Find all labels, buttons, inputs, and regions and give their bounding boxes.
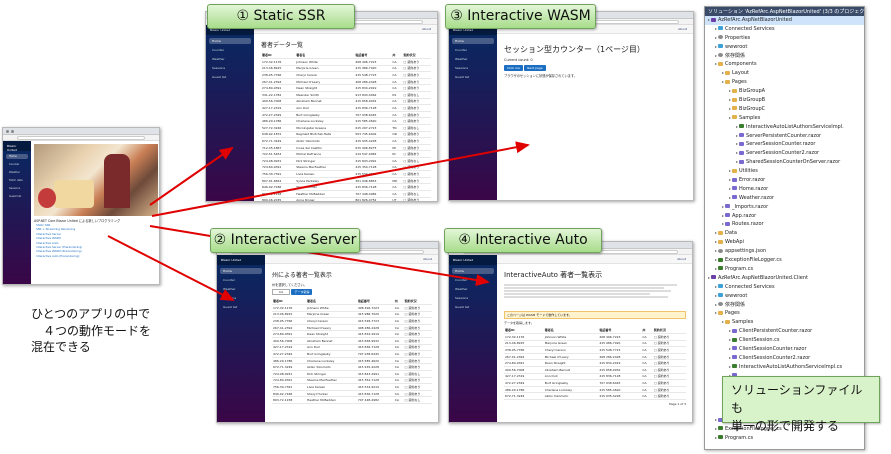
solution-note: ソリューションファイルも 単一の形で開発する [722, 376, 880, 433]
label-interactive-auto: ④ Interactive Auto [444, 228, 602, 253]
note-line-2: 単一の形で開発する [731, 419, 840, 433]
label-interactive-wasm: ③ Interactive WASM [445, 4, 596, 29]
arrow-to-ssr [149, 146, 234, 206]
label-static-ssr: ① Static SSR [207, 4, 355, 29]
label-interactive-server: ② Interactive Server [210, 228, 360, 253]
arrow-to-wasm [151, 141, 530, 217]
note-line-1: ソリューションファイルも [731, 383, 863, 415]
caption-line-2: ４つの動作モードを [43, 323, 152, 338]
caption-line-1: ひとつのアプリの中で [31, 307, 151, 321]
caption-line-3: 混在できる [31, 340, 91, 354]
caption-text: ひとつのアプリの中で ４つの動作モードを 混在できる [31, 306, 181, 356]
